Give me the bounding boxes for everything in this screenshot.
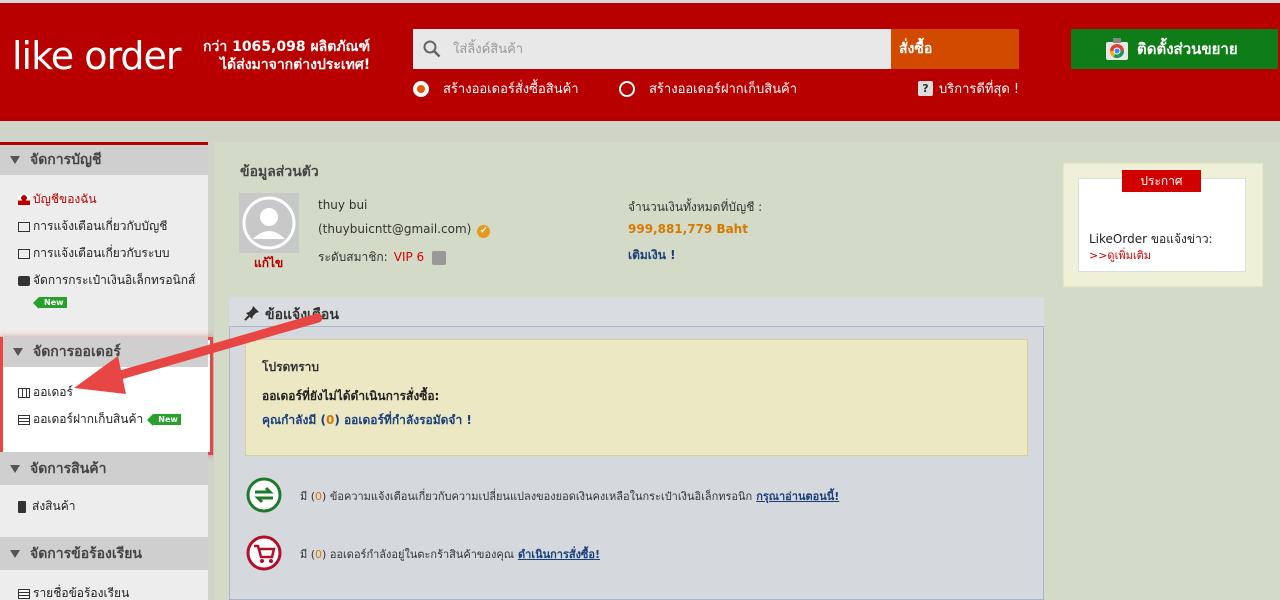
wallet-icon <box>18 275 30 286</box>
profile-title: ข้อมูลส่วนตัว <box>240 164 319 180</box>
profile-email-row: (thuybuicntt@gmail.com) ✔ <box>318 222 491 238</box>
search-box <box>413 29 891 69</box>
sidebar-item-system-notifications[interactable]: การแจ้งเตือนเกี่ยวกับระบบ <box>18 244 170 263</box>
sidebar-item-my-account[interactable]: บัญชีของฉัน <box>18 190 97 209</box>
tagline-line-1: กว่า 1065,098 ผลิตภัณฑ์ <box>203 39 371 55</box>
radio-create-storage-order[interactable]: สร้างออเดอร์ฝากเก็บสินค้า <box>619 78 797 99</box>
sidebar-item-label: ส่งสินค้า <box>32 499 76 513</box>
envelope-icon <box>18 248 30 259</box>
search-icon <box>423 40 441 58</box>
sidebar-item-e-wallet[interactable]: จัดการกระเป๋าเงินอิเล็กทรอนิกส์ <box>18 271 195 290</box>
verified-check-icon: ✔ <box>477 225 491 238</box>
sidebar-item-label: การแจ้งเตือนเกี่ยวกับระบบ <box>33 246 170 260</box>
new-badge-label: New <box>147 414 181 426</box>
tagline-line-2: ได้ส่งมาจากต่างประเทศ! <box>220 57 371 73</box>
radio-create-order[interactable]: สร้างออเดอร์สั่งซื้อสินค้า <box>413 78 579 99</box>
balance-value: 999,881,779 Baht <box>628 222 748 236</box>
chrome-icon <box>1106 38 1128 60</box>
edit-profile-link[interactable]: แก้ไข <box>254 254 283 273</box>
order-button[interactable]: สั่งซื้อ <box>891 29 1019 69</box>
new-badge-label: New <box>33 297 67 309</box>
sidebar-item-label: บัญชีของฉัน <box>33 192 97 206</box>
cart-order-count: 0 <box>315 548 323 561</box>
alert-row-text: ) ออเดอร์กำลังอยู่ในตะกร้าสินค้าของคุณ <box>322 548 514 561</box>
best-service-link[interactable]: ? บริการดีที่สุด ! <box>918 78 1019 99</box>
wallet-alert-count: 0 <box>315 490 323 503</box>
collapse-triangle-icon <box>13 348 23 356</box>
balance-label: จำนวนเงินทั้งหมดที่บัญชี : <box>628 200 763 214</box>
install-extension-label: ติดตั้งส่วนขยาย <box>1137 40 1238 58</box>
sidebar-item-ship-products[interactable]: ส่งสินค้า <box>18 497 75 516</box>
sidebar-item-label: ออเดอร์ฝากเก็บสินค้า <box>33 412 144 426</box>
sidebar-section-title: จัดการข้อร้องเรียน <box>30 545 142 562</box>
search-input[interactable] <box>453 29 883 69</box>
member-level-value: VIP 6 <box>393 250 425 264</box>
sidebar-item-orders[interactable]: ออเดอร์ <box>18 383 73 402</box>
sidebar-item-label: รายชื่อข้อร้องเรียน <box>33 586 130 600</box>
alert-row-pre: มี ( <box>300 490 316 503</box>
install-extension-button[interactable]: ติดตั้งส่วนขยาย <box>1071 29 1278 69</box>
list-icon <box>18 414 30 425</box>
profile-name: thuy bui <box>318 198 368 212</box>
radio-create-order-label: สร้างออเดอร์สั่งซื้อสินค้า <box>443 82 579 97</box>
member-level-row: ระดับสมาชิก: VIP 6 <box>318 248 447 267</box>
fyi-title: โปรดทราบ <box>262 360 320 374</box>
user-icon <box>18 194 30 205</box>
sidebar-section-title: จัดการสินค้า <box>30 460 107 477</box>
phone-icon <box>18 500 26 513</box>
collapse-triangle-icon <box>10 549 20 558</box>
alert-row-text: ) ข้อความแจ้งเตือนเกี่ยวกับความเปลี่ยนแป… <box>322 490 753 503</box>
sidebar-section-account[interactable]: จัดการบัญชี <box>0 142 208 175</box>
alert-row-wallet: มี (0) ข้อความแจ้งเตือนเกี่ยวกับความเปลี… <box>300 487 839 505</box>
alert-row-cart: มี (0) ออเดอร์กำลังอยู่ในตะกร้าสินค้าของ… <box>300 545 600 563</box>
sidebar-section-title: จัดการออเดอร์ <box>33 344 121 360</box>
pin-icon <box>244 306 259 321</box>
radio-create-storage-label: สร้างออเดอร์ฝากเก็บสินค้า <box>649 82 798 97</box>
table-icon <box>18 387 30 398</box>
alert-row-pre: มี ( <box>300 548 316 561</box>
avatar[interactable] <box>239 193 299 253</box>
proceed-order-link[interactable]: ดำเนินการสั่งซื้อ! <box>518 548 600 561</box>
logo[interactable]: like order <box>12 34 182 78</box>
alerts-header <box>229 297 1044 327</box>
question-icon: ? <box>918 81 933 96</box>
sidebar-item-label: จัดการกระเป๋าเงินอิเล็กทรอนิกส์ <box>33 273 196 287</box>
sidebar-item-complaint-list[interactable]: รายชื่อข้อร้องเรียน <box>18 584 129 600</box>
tagline: กว่า 1065,098 ผลิตภัณฑ์ ได้ส่งมาจากต่างป… <box>203 38 370 74</box>
default-avatar-icon <box>239 193 299 253</box>
fyi-line-2-post: ) ออเดอร์ที่กำลังรอมัดจำ ! <box>334 413 472 427</box>
collapse-triangle-icon <box>10 156 20 164</box>
topup-link[interactable]: เติมเงิน ! <box>628 246 676 265</box>
sidebar-item-label: ออเดอร์ <box>33 385 73 399</box>
fyi-line-2-pre: คุณกำลังมี ( <box>262 413 326 427</box>
sidebar-section-products[interactable]: จัดการสินค้า <box>0 452 208 485</box>
fyi-line-2[interactable]: คุณกำลังมี (0) ออเดอร์ที่กำลังรอมัดจำ ! <box>262 411 472 430</box>
radio-selected-icon[interactable] <box>413 80 429 97</box>
sidebar-item-storage-orders[interactable]: ออเดอร์ฝากเก็บสินค้า New <box>18 410 181 429</box>
refresh-icon <box>246 477 282 513</box>
envelope-icon <box>18 221 30 232</box>
fyi-line-1: ออเดอร์ที่ยังไม่ได้ดำเนินการสั่งซื้อ: <box>262 389 440 403</box>
sidebar-item-account-notifications[interactable]: การแจ้งเตือนเกี่ยวกับบัญชี <box>18 217 167 236</box>
announcement-more-link[interactable]: >>ดูเพิ่มเติม <box>1089 246 1151 264</box>
sidebar-item-label: การแจ้งเตือนเกี่ยวกับบัญชี <box>33 219 168 233</box>
read-now-link[interactable]: กรุณาอ่านตอนนี้! <box>756 490 839 503</box>
sidebar-section-title: จัดการบัญชี <box>30 152 102 168</box>
new-badge: New <box>29 297 67 309</box>
vip-badge-icon <box>432 250 447 265</box>
cart-icon <box>246 535 282 571</box>
best-service-label: บริการดีที่สุด ! <box>939 82 1020 97</box>
profile-email: (thuybuicntt@gmail.com) <box>318 222 472 236</box>
collapse-triangle-icon <box>10 464 20 473</box>
sidebar-section-complaints[interactable]: จัดการข้อร้องเรียน <box>0 537 208 570</box>
sidebar-section-orders[interactable]: จัดการออเดอร์ <box>3 337 208 367</box>
radio-unselected-icon[interactable] <box>619 80 635 97</box>
member-level-label: ระดับสมาชิก: <box>318 250 388 264</box>
alerts-title: ข้อแจ้งเตือน <box>265 307 339 323</box>
list-icon <box>18 588 30 599</box>
announcement-tab: ประกาศ <box>1122 170 1201 192</box>
